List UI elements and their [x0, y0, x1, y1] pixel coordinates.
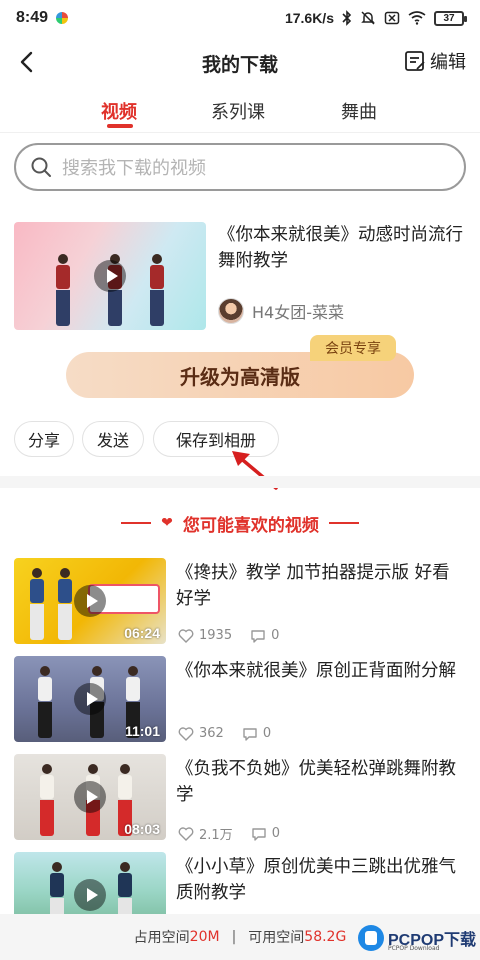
edit-button[interactable]: 编辑 [404, 48, 466, 74]
battery-level: 37 [443, 12, 455, 24]
section-divider [0, 476, 480, 488]
play-icon[interactable] [74, 683, 106, 715]
recommend-title: 您可能喜欢的视频 [182, 515, 319, 536]
dancer-figure [38, 666, 52, 738]
divider-line [328, 522, 359, 524]
wifi-icon [408, 11, 426, 25]
send-button[interactable]: 发送 [82, 421, 144, 457]
share-label: 分享 [27, 431, 60, 450]
comment-icon[interactable] [251, 827, 267, 841]
dancer-figure [40, 764, 54, 836]
recommend-header: ❤ 您可能喜欢的视频 [0, 510, 480, 536]
dancer-figure [150, 254, 164, 326]
status-time: 8:49 [16, 9, 49, 26]
video-stats: 1935 0 [178, 628, 291, 643]
video-duration: 11:01 [124, 723, 160, 739]
play-icon[interactable] [94, 260, 126, 292]
tab-video[interactable]: 视频 [101, 98, 137, 124]
video-duration: 06:24 [124, 625, 160, 641]
watermark-subtext: PCPOP Download [387, 945, 440, 952]
send-label: 发送 [96, 431, 129, 450]
comment-count: 0 [271, 826, 280, 841]
edit-label: 编辑 [430, 52, 466, 73]
used-space-label: 占用空间 [133, 930, 190, 946]
author-row[interactable]: H4女团-菜菜 [218, 298, 344, 324]
battery-icon: 37 [434, 10, 467, 26]
tab-bar: 视频 系列课 舞曲 [0, 98, 480, 132]
comment-count: 0 [262, 726, 272, 741]
edit-icon [405, 51, 425, 71]
video-title[interactable]: 《负我不负她》优美轻松弹跳舞附教学 [176, 756, 466, 808]
list-item[interactable]: 06:24 《搀扶》教学 加节拍器提示版 好看好学 1935 0 [14, 558, 466, 644]
active-tab-indicator [107, 124, 133, 128]
watermark: PCPOP下载 PCPOP Download [357, 918, 476, 958]
video-title[interactable]: 《你本来就很美》原创正背面附分解 [176, 658, 466, 684]
like-icon[interactable] [178, 726, 194, 741]
video-title[interactable]: 《搀扶》教学 加节拍器提示版 好看好学 [176, 560, 466, 612]
video-stats: 2.1万 0 [178, 824, 292, 843]
video-thumbnail[interactable]: 11:01 [14, 656, 166, 742]
play-icon[interactable] [74, 585, 106, 617]
comment-icon[interactable] [250, 629, 266, 643]
storage-separator: | [231, 929, 237, 945]
author-name: H4女团-菜菜 [252, 303, 344, 322]
search-icon [31, 157, 51, 177]
search-input[interactable]: 搜索我下载的视频 [14, 143, 466, 191]
play-icon[interactable] [74, 879, 106, 911]
video-thumbnail[interactable]: 06:24 [14, 558, 166, 644]
watermark-logo-icon [357, 925, 384, 951]
tab-music[interactable]: 舞曲 [341, 98, 377, 124]
vip-badge-label: 会员专享 [325, 341, 381, 357]
list-item[interactable]: 11:01 《你本来就很美》原创正背面附分解 362 0 [14, 656, 466, 742]
dancer-figure [56, 254, 70, 326]
download-thumbnail[interactable] [14, 222, 206, 330]
video-stats: 362 0 [178, 726, 283, 741]
heart-icon: ❤ [161, 515, 173, 531]
like-count: 362 [199, 726, 224, 741]
video-thumbnail[interactable]: 08:03 [14, 754, 166, 840]
network-speed: 17.6K/s [284, 10, 334, 26]
vip-badge: 会员专享 [310, 335, 396, 361]
like-icon[interactable] [178, 826, 194, 841]
like-count: 2.1万 [199, 828, 233, 843]
status-indicators: 17.6K/s 37 [284, 10, 467, 26]
status-bar: 8:49 17.6K/s 37 [0, 0, 480, 36]
comment-count: 0 [271, 628, 280, 643]
app-notification-icon [56, 12, 69, 24]
comment-icon[interactable] [242, 727, 258, 741]
bluetooth-icon [342, 10, 352, 26]
divider-line [121, 522, 152, 524]
avatar [218, 298, 244, 324]
download-title[interactable]: 《你本来就很美》动感时尚流行舞附教学 [218, 222, 468, 274]
list-item[interactable]: 08:03 《负我不负她》优美轻松弹跳舞附教学 2.1万 0 [14, 754, 466, 843]
upgrade-label: 升级为高清版 [180, 364, 300, 389]
play-icon[interactable] [74, 781, 106, 813]
share-button[interactable]: 分享 [14, 421, 74, 457]
free-space-label: 可用空间 [248, 930, 305, 946]
used-space-value: 20M [189, 929, 220, 945]
free-space-value: 58.2G [304, 929, 347, 945]
like-icon[interactable] [178, 628, 194, 643]
dancer-figure [30, 568, 44, 640]
top-nav: 我的下载 编辑 [0, 40, 480, 84]
mute-icon [361, 11, 375, 25]
dancer-figure [58, 568, 72, 640]
sim-x-icon [384, 11, 400, 25]
video-title[interactable]: 《小小草》原创优美中三跳出优雅气质附教学 [176, 854, 466, 906]
search-placeholder: 搜索我下载的视频 [62, 158, 206, 179]
like-count: 1935 [199, 628, 233, 643]
video-duration: 08:03 [124, 821, 160, 837]
tabs-divider [0, 132, 480, 133]
tab-series[interactable]: 系列课 [211, 98, 265, 124]
